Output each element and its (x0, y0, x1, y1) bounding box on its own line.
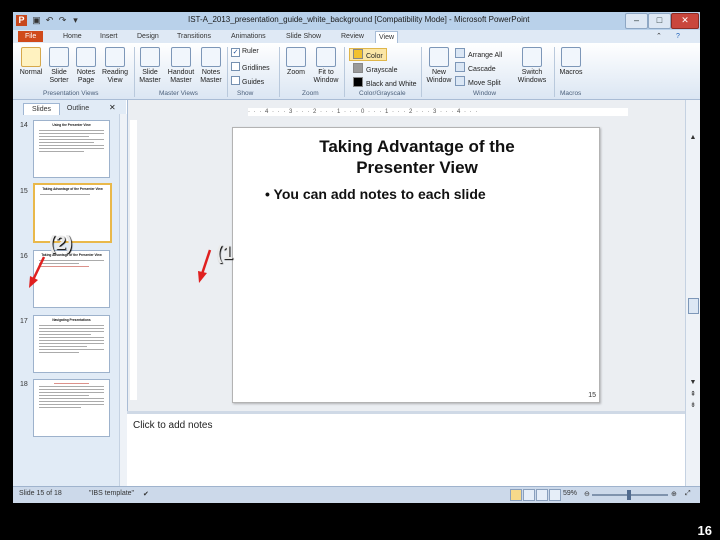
presentation-page-number: 16 (697, 523, 712, 538)
annotation-arrows (29, 249, 212, 288)
arrow-2 (29, 256, 46, 288)
arrow-1 (198, 249, 212, 283)
